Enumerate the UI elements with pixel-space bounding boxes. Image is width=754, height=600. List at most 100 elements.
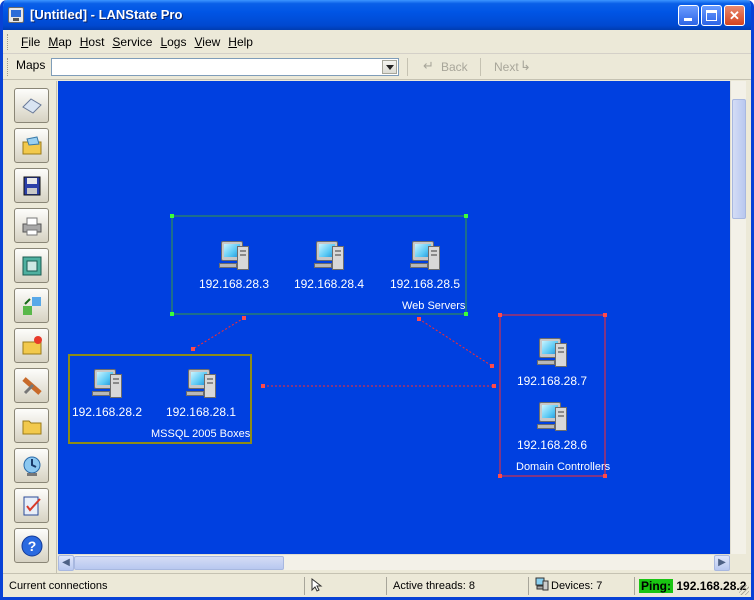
- scan-network-button[interactable]: [14, 448, 49, 483]
- menu-item-map[interactable]: Map: [44, 35, 75, 49]
- menu-item-file[interactable]: File: [17, 35, 44, 49]
- computer-icon: [217, 241, 251, 273]
- menu-item-host[interactable]: Host: [76, 35, 109, 49]
- host-ip-label: 192.168.28.4: [293, 277, 365, 291]
- horizontal-scrollbar[interactable]: ◀ ▶: [58, 554, 730, 571]
- tools-button[interactable]: [14, 368, 49, 403]
- menu-label-rest: ap: [58, 35, 72, 49]
- menu-item-view[interactable]: View: [190, 35, 224, 49]
- status-connections: Current connections: [5, 577, 305, 595]
- chevron-down-icon: [386, 65, 394, 70]
- menu-bar: File Map Host Service Logs View Help: [3, 30, 751, 54]
- next-button[interactable]: Next: [494, 60, 519, 74]
- refresh-icon: [23, 297, 41, 315]
- open-map-button[interactable]: [14, 128, 49, 163]
- horizontal-scroll-thumb[interactable]: [74, 556, 284, 570]
- tool-sidebar: ?: [3, 81, 57, 575]
- menu-label-rest: ervice: [120, 35, 153, 49]
- computer-icon: [535, 338, 569, 370]
- help-button[interactable]: ?: [14, 528, 49, 563]
- status-ping: Ping: 192.168.28.2: [639, 577, 746, 595]
- host-ip-label: 192.168.28.3: [198, 277, 270, 291]
- menu-label-rest: iew: [202, 35, 221, 49]
- close-button[interactable]: ✕: [724, 5, 745, 26]
- svg-text:?: ?: [28, 538, 37, 554]
- host-node[interactable]: 192.168.28.2: [64, 369, 150, 419]
- computer-icon: [184, 369, 218, 401]
- host-node[interactable]: 192.168.28.5: [382, 241, 468, 291]
- menu-item-logs[interactable]: Logs: [156, 35, 190, 49]
- host-node[interactable]: 192.168.28.4: [286, 241, 372, 291]
- checklist-icon: [23, 496, 41, 516]
- resize-grip[interactable]: [739, 585, 749, 595]
- menu-label-rest: ost: [88, 35, 105, 49]
- title-bar[interactable]: [Untitled] - LANState Pro ✕: [3, 0, 751, 30]
- group-label-mssql[interactable]: MSSQL 2005 Boxes: [151, 428, 250, 440]
- host-node[interactable]: 192.168.28.3: [191, 241, 277, 291]
- add-host-button[interactable]: [14, 328, 49, 363]
- group-label-domain-controllers[interactable]: Domain Controllers: [516, 461, 610, 473]
- toolbar-separator: [480, 58, 481, 76]
- close-icon: ✕: [729, 8, 740, 23]
- menu-accelerator: M: [48, 35, 59, 49]
- status-bar: Current connections Active threads: 8 De…: [3, 573, 751, 597]
- print-button[interactable]: [14, 208, 49, 243]
- print-icon: [22, 217, 42, 236]
- next-arrow-icon: ↳: [520, 58, 531, 73]
- menu-item-help[interactable]: Help: [224, 35, 257, 49]
- add-host-icon: [22, 336, 42, 355]
- network-map-canvas[interactable]: Web Servers MSSQL 2005 Boxes Domain Cont…: [58, 81, 730, 554]
- app-icon[interactable]: [8, 7, 24, 23]
- maps-dropdown-button[interactable]: [382, 60, 397, 74]
- refresh-button[interactable]: [14, 288, 49, 323]
- host-ip-label: 192.168.28.2: [71, 405, 143, 419]
- toolbar-separator: [407, 58, 408, 76]
- menu-label-rest: elp: [236, 35, 253, 49]
- menu-items: File Map Host Service Logs View Help: [17, 35, 257, 49]
- host-node[interactable]: 192.168.28.7: [509, 338, 595, 388]
- scan-network-icon: [23, 456, 41, 476]
- menu-label-rest: ile: [28, 35, 41, 49]
- folder-icon: [22, 420, 42, 435]
- host-node[interactable]: 192.168.28.1: [158, 369, 244, 419]
- menu-item-service[interactable]: Service: [108, 35, 156, 49]
- computer-icon: [408, 241, 442, 273]
- host-node[interactable]: 192.168.28.6: [509, 402, 595, 452]
- maximize-icon: [706, 10, 717, 21]
- checklist-button[interactable]: [14, 488, 49, 523]
- status-cursor-panel: [307, 577, 387, 595]
- group-label-web-servers[interactable]: Web Servers: [402, 300, 465, 312]
- open-map-icon: [22, 136, 42, 155]
- scrollbar-corner: [730, 554, 746, 570]
- menu-grip[interactable]: [7, 34, 10, 50]
- scroll-left-button[interactable]: ◀: [58, 555, 74, 571]
- new-map-icon: [22, 98, 42, 114]
- fit-window-button[interactable]: [14, 248, 49, 283]
- window-title: [Untitled] - LANState Pro: [30, 7, 183, 22]
- save-map-icon: [23, 176, 41, 196]
- link-web-mssql[interactable]: [192, 317, 245, 350]
- chevron-left-icon: ◀: [62, 557, 70, 568]
- host-ip-label: 192.168.28.5: [389, 277, 461, 291]
- folder-button[interactable]: [14, 408, 49, 443]
- chevron-right-icon: ▶: [718, 557, 726, 568]
- ping-label: Ping:: [639, 579, 673, 593]
- ping-value: 192.168.28.2: [676, 579, 747, 593]
- minimize-icon: [684, 18, 692, 21]
- back-button[interactable]: Back: [441, 60, 468, 74]
- computer-icon: [90, 369, 124, 401]
- vertical-scrollbar[interactable]: [730, 81, 746, 554]
- maximize-button[interactable]: [701, 5, 722, 26]
- link-web-dc[interactable]: [418, 318, 493, 367]
- maps-toolbar-grip[interactable]: [7, 58, 10, 76]
- scroll-right-button[interactable]: ▶: [714, 555, 730, 571]
- minimize-button[interactable]: [678, 5, 699, 26]
- maps-dropdown[interactable]: [51, 58, 399, 76]
- help-icon: ?: [21, 535, 43, 557]
- host-ip-label: 192.168.28.1: [165, 405, 237, 419]
- save-map-button[interactable]: [14, 168, 49, 203]
- new-map-button[interactable]: [14, 88, 49, 123]
- menu-label-rest: ogs: [167, 35, 187, 49]
- tools-icon: [22, 377, 42, 395]
- vertical-scroll-thumb[interactable]: [732, 99, 746, 219]
